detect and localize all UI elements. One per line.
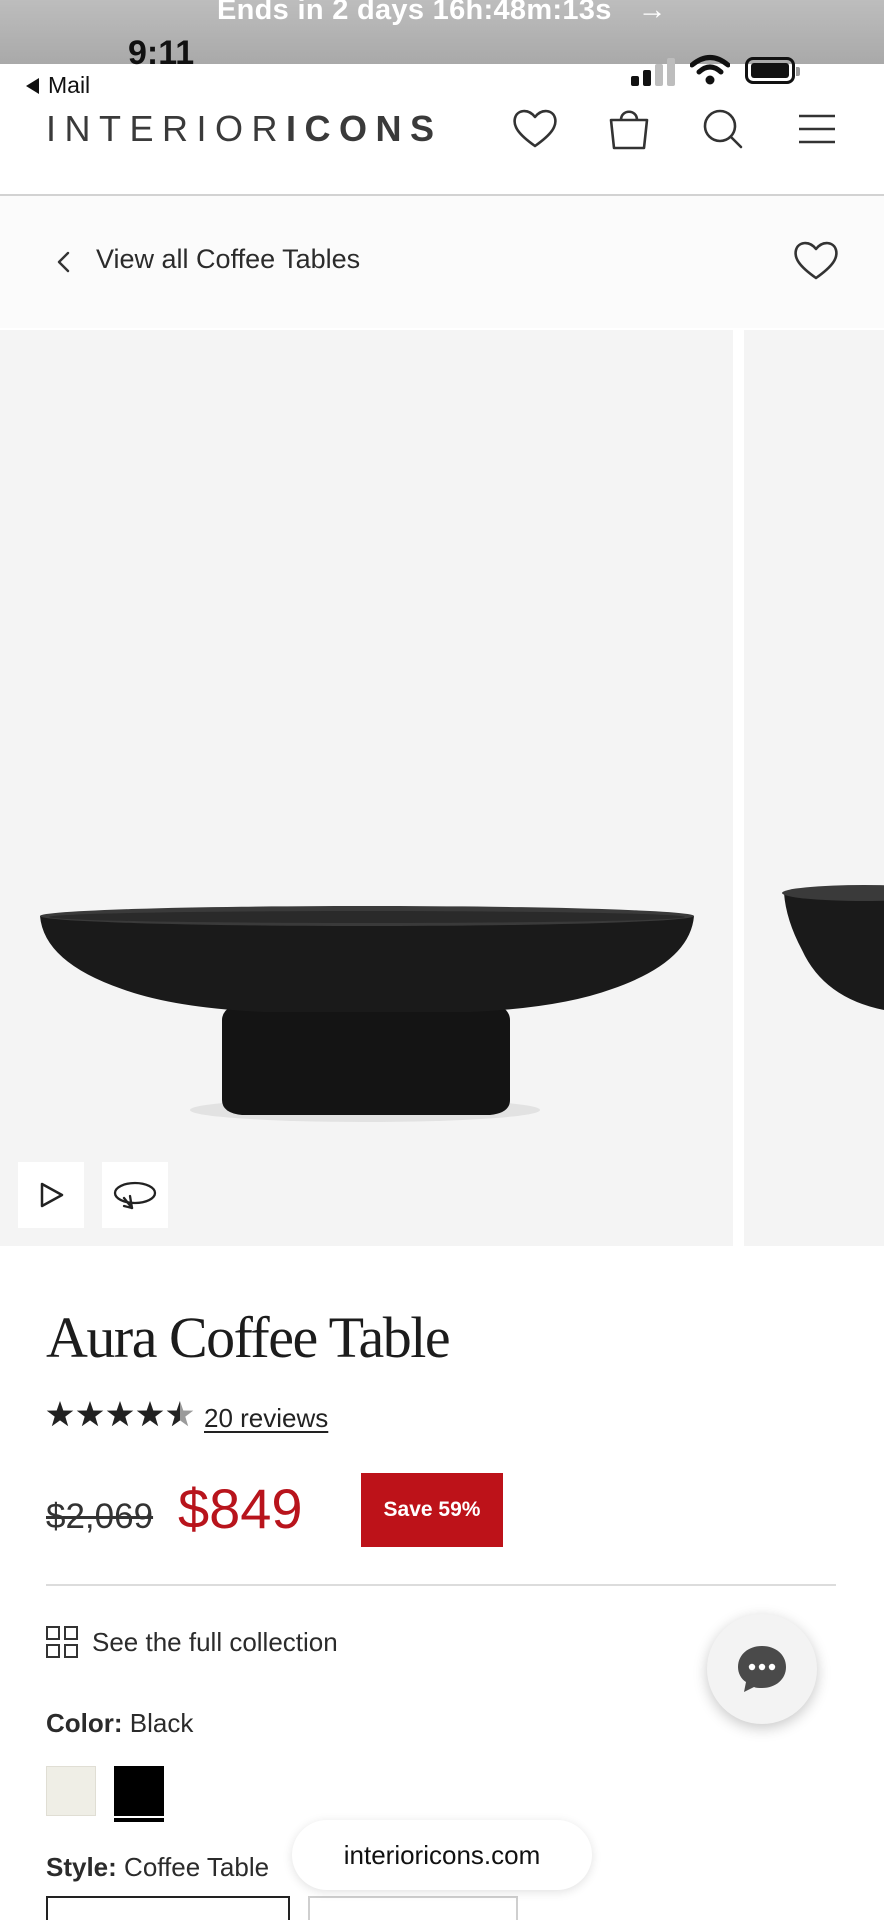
logo-light-text: INTERIOR	[46, 108, 287, 149]
heart-icon[interactable]	[510, 104, 560, 154]
half-star-icon	[166, 1401, 194, 1427]
star-icon	[136, 1401, 164, 1427]
rotate-360-icon	[113, 1181, 157, 1210]
color-label: Color:	[46, 1708, 123, 1738]
style-label: Style:	[46, 1852, 117, 1882]
url-bar[interactable]: interioricons.com	[292, 1820, 592, 1890]
grid-icon[interactable]	[46, 1626, 78, 1658]
sale-price: $849	[178, 1477, 303, 1540]
back-triangle-icon	[26, 78, 39, 94]
coffee-table-image	[40, 906, 694, 1122]
section-divider	[46, 1584, 836, 1586]
color-selection-label: Color: Black	[46, 1708, 193, 1739]
swatch-ivory[interactable]	[46, 1766, 96, 1816]
star-icon	[46, 1401, 74, 1427]
play-icon	[40, 1182, 64, 1208]
promo-countdown-text: Ends in 2 days 16h:48m:13s	[217, 0, 612, 26]
chat-bubble-icon	[738, 1646, 786, 1692]
selected-swatch-indicator	[114, 1818, 164, 1822]
brand-logo[interactable]: INTERIORICONS	[46, 108, 443, 150]
promo-countdown[interactable]: Ends in 2 days 16h:48m:13s →	[0, 0, 884, 27]
swatch-black[interactable]	[114, 1766, 164, 1816]
breadcrumb: View all Coffee Tables	[0, 196, 884, 328]
wishlist-heart-icon[interactable]	[790, 236, 842, 286]
shopping-bag-icon[interactable]	[604, 104, 654, 154]
style-selection-label: Style: Coffee Table	[46, 1852, 269, 1883]
rating-stars[interactable]	[46, 1400, 196, 1430]
view-360-button[interactable]	[102, 1162, 168, 1228]
status-time: 9:11	[128, 34, 195, 72]
product-title: Aura Coffee Table	[46, 1305, 451, 1370]
back-app-label: Mail	[48, 72, 91, 98]
wifi-icon	[690, 55, 730, 85]
menu-icon[interactable]	[792, 104, 842, 154]
reviews-link[interactable]: 20 reviews	[204, 1403, 328, 1434]
style-option-alternate[interactable]	[308, 1896, 518, 1920]
chevron-left-icon[interactable]	[54, 248, 74, 276]
style-option-coffee-table[interactable]	[46, 1896, 290, 1920]
arrow-right-icon: →	[637, 0, 667, 26]
star-icon	[106, 1401, 134, 1427]
view-all-coffee-tables-link[interactable]: View all Coffee Tables	[96, 244, 360, 275]
search-icon[interactable]	[698, 104, 748, 154]
cellular-signal-icon	[631, 56, 677, 86]
see-full-collection-link[interactable]: See the full collection	[92, 1627, 338, 1658]
save-badge: Save 59%	[361, 1473, 503, 1547]
back-to-app-link[interactable]: Mail	[26, 72, 90, 99]
play-video-button[interactable]	[18, 1162, 84, 1228]
color-value: Black	[129, 1708, 194, 1738]
logo-bold-text: ICONS	[286, 108, 443, 149]
style-value: Coffee Table	[124, 1852, 270, 1882]
original-price: $2,069	[46, 1497, 154, 1536]
chat-button[interactable]	[707, 1614, 817, 1724]
battery-icon	[745, 57, 800, 84]
star-icon	[76, 1401, 104, 1427]
product-image-next[interactable]	[744, 330, 884, 1246]
coffee-table-image-next	[782, 885, 884, 1010]
product-image-main[interactable]	[0, 330, 733, 1246]
